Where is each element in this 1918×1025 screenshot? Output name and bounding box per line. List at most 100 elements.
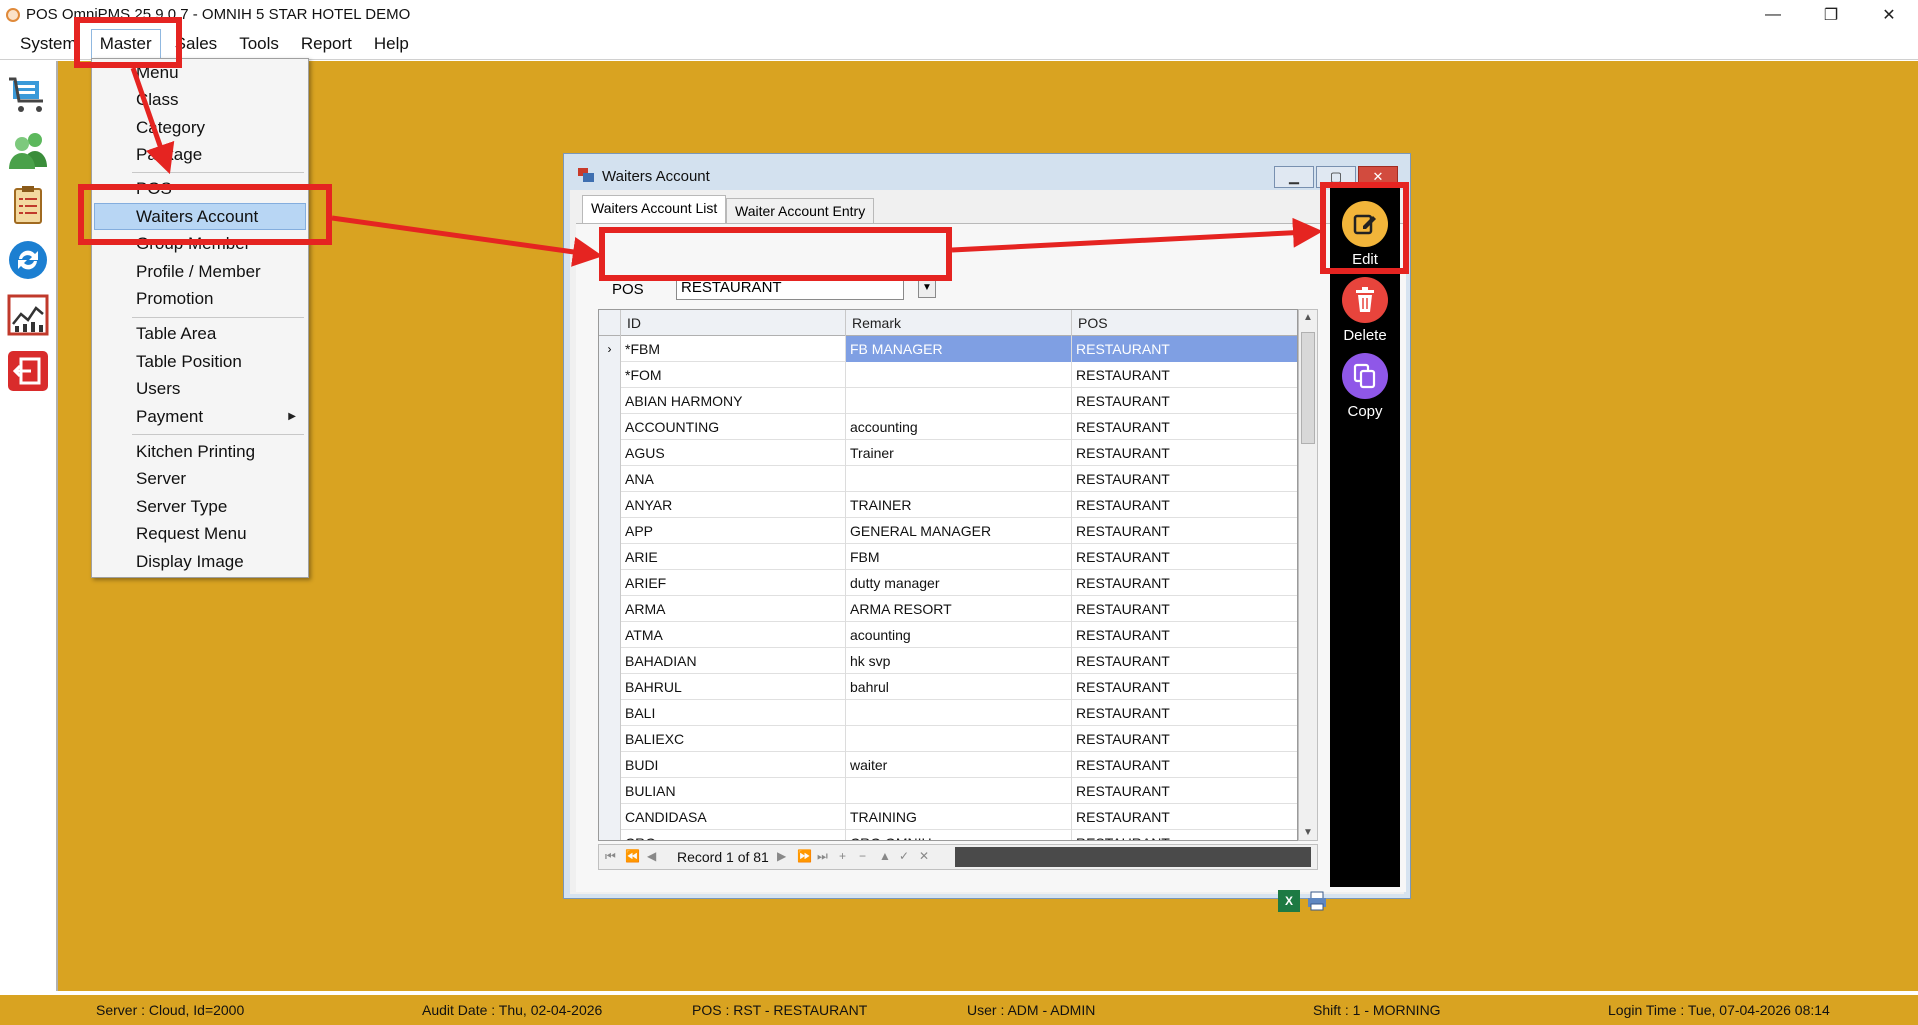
table-row[interactable]: ARIEF dutty manager RESTAURANT: [599, 570, 1297, 596]
prev-record-icon[interactable]: ◀: [647, 849, 656, 863]
table-row[interactable]: ARIE FBM RESTAURANT: [599, 544, 1297, 570]
table-cell-id[interactable]: ARMA: [621, 596, 846, 622]
delete-button[interactable]: Delete: [1335, 277, 1395, 344]
add-record-icon[interactable]: +: [839, 849, 846, 863]
table-cell-remark[interactable]: bahrul: [846, 674, 1072, 700]
table-cell-id[interactable]: ACCOUNTING: [621, 414, 846, 440]
menu-item-request-menu[interactable]: Request Menu: [136, 521, 247, 547]
table-cell-remark[interactable]: [846, 362, 1072, 388]
tab-waiter-account-entry[interactable]: Waiter Account Entry: [726, 198, 875, 224]
row-selector[interactable]: [599, 492, 621, 518]
table-cell-pos[interactable]: RESTAURANT: [1072, 466, 1297, 492]
exit-icon[interactable]: [6, 349, 50, 393]
excel-export-icon[interactable]: X: [1278, 890, 1300, 912]
print-icon[interactable]: [1306, 890, 1328, 912]
table-cell-pos[interactable]: RESTAURANT: [1072, 336, 1297, 362]
row-selector[interactable]: [599, 596, 621, 622]
table-cell-id[interactable]: CRO: [621, 830, 846, 840]
menu-item-payment[interactable]: Payment: [136, 404, 203, 430]
table-cell-pos[interactable]: RESTAURANT: [1072, 596, 1297, 622]
table-cell-id[interactable]: ABIAN HARMONY: [621, 388, 846, 414]
table-cell-remark[interactable]: [846, 778, 1072, 804]
row-selector[interactable]: [599, 804, 621, 830]
table-row[interactable]: BALIEXC RESTAURANT: [599, 726, 1297, 752]
first-page-icon[interactable]: ⏮: [605, 849, 616, 864]
row-selector[interactable]: [599, 622, 621, 648]
table-cell-pos[interactable]: RESTAURANT: [1072, 674, 1297, 700]
row-selector[interactable]: [599, 440, 621, 466]
row-selector[interactable]: [599, 466, 621, 492]
menu-item-category[interactable]: Category: [136, 115, 205, 141]
table-row[interactable]: ABIAN HARMONY RESTAURANT: [599, 388, 1297, 414]
table-row[interactable]: BUDI waiter RESTAURANT: [599, 752, 1297, 778]
table-cell-pos[interactable]: RESTAURANT: [1072, 414, 1297, 440]
menu-item-kitchen-printing[interactable]: Kitchen Printing: [136, 439, 255, 465]
table-row[interactable]: BALI RESTAURANT: [599, 700, 1297, 726]
table-cell-id[interactable]: BALIEXC: [621, 726, 846, 752]
menu-item-server-type[interactable]: Server Type: [136, 494, 227, 520]
table-cell-remark[interactable]: TRAINER: [846, 492, 1072, 518]
table-cell-id[interactable]: ATMA: [621, 622, 846, 648]
table-cell-remark[interactable]: FB MANAGER: [846, 336, 1072, 362]
table-row[interactable]: › *FBM FB MANAGER RESTAURANT: [599, 336, 1297, 362]
table-row[interactable]: BULIAN RESTAURANT: [599, 778, 1297, 804]
restore-button[interactable]: ❐: [1802, 0, 1860, 29]
table-cell-id[interactable]: BUDI: [621, 752, 846, 778]
vertical-scrollbar[interactable]: ▲ ▼: [1298, 309, 1318, 841]
table-row[interactable]: BAHRUL bahrul RESTAURANT: [599, 674, 1297, 700]
row-selector[interactable]: [599, 414, 621, 440]
table-row[interactable]: ANYAR TRAINER RESTAURANT: [599, 492, 1297, 518]
menu-item-package[interactable]: Package: [136, 142, 202, 168]
scrollbar-thumb[interactable]: [1301, 332, 1315, 444]
table-cell-id[interactable]: ARIEF: [621, 570, 846, 596]
report-chart-icon[interactable]: [6, 293, 50, 337]
table-cell-remark[interactable]: [846, 466, 1072, 492]
table-cell-id[interactable]: BULIAN: [621, 778, 846, 804]
menu-help[interactable]: Help: [366, 30, 417, 58]
table-cell-pos[interactable]: RESTAURANT: [1072, 388, 1297, 414]
confirm-record-icon[interactable]: ✓: [899, 849, 909, 863]
table-cell-id[interactable]: ARIE: [621, 544, 846, 570]
table-cell-remark[interactable]: GENERAL MANAGER: [846, 518, 1072, 544]
scroll-up-icon[interactable]: ▲: [1303, 312, 1313, 323]
table-row[interactable]: CROCRO OMNIHRESTAURANT: [599, 830, 1297, 840]
table-row[interactable]: ANA RESTAURANT: [599, 466, 1297, 492]
sync-icon[interactable]: [6, 238, 50, 282]
edit-record-icon[interactable]: ▲: [879, 849, 891, 863]
table-row[interactable]: AGUS Trainer RESTAURANT: [599, 440, 1297, 466]
minimize-button[interactable]: —: [1744, 0, 1802, 29]
menu-item-display-image[interactable]: Display Image: [136, 549, 244, 575]
row-selector[interactable]: [599, 362, 621, 388]
table-cell-pos[interactable]: RESTAURANT: [1072, 778, 1297, 804]
menu-item-profile-member[interactable]: Profile / Member: [136, 259, 261, 285]
table-row[interactable]: APP GENERAL MANAGER RESTAURANT: [599, 518, 1297, 544]
last-page-icon[interactable]: ⏭: [817, 849, 828, 864]
table-cell-id[interactable]: ANYAR: [621, 492, 846, 518]
table-cell-remark[interactable]: TRAINING: [846, 804, 1072, 830]
table-cell-pos[interactable]: RESTAURANT: [1072, 648, 1297, 674]
next-page-icon[interactable]: ⏩: [797, 849, 812, 863]
scroll-down-icon[interactable]: ▼: [1303, 827, 1313, 838]
remove-record-icon[interactable]: −: [859, 849, 866, 863]
column-header-pos[interactable]: POS: [1072, 310, 1297, 336]
table-cell-pos[interactable]: RESTAURANT: [1072, 440, 1297, 466]
table-row[interactable]: *FOM RESTAURANT: [599, 362, 1297, 388]
cancel-record-icon[interactable]: ✕: [919, 849, 929, 863]
table-cell-pos[interactable]: RESTAURANT: [1072, 362, 1297, 388]
row-selector[interactable]: [599, 518, 621, 544]
table-cell-pos[interactable]: RESTAURANT: [1072, 830, 1297, 840]
table-cell-remark[interactable]: CRO OMNIH: [846, 830, 1072, 840]
row-selector[interactable]: [599, 388, 621, 414]
table-cell-pos[interactable]: RESTAURANT: [1072, 622, 1297, 648]
row-selector[interactable]: [599, 544, 621, 570]
table-cell-id[interactable]: *FOM: [621, 362, 846, 388]
row-selector[interactable]: [599, 778, 621, 804]
column-header-id[interactable]: ID: [621, 310, 846, 336]
column-header-remark[interactable]: Remark: [846, 310, 1072, 336]
window-minimize-button[interactable]: ▁: [1274, 166, 1314, 188]
menu-report[interactable]: Report: [293, 30, 360, 58]
shopping-cart-icon[interactable]: [6, 73, 50, 117]
row-selector[interactable]: [599, 700, 621, 726]
table-cell-id[interactable]: CANDIDASA: [621, 804, 846, 830]
table-cell-pos[interactable]: RESTAURANT: [1072, 752, 1297, 778]
